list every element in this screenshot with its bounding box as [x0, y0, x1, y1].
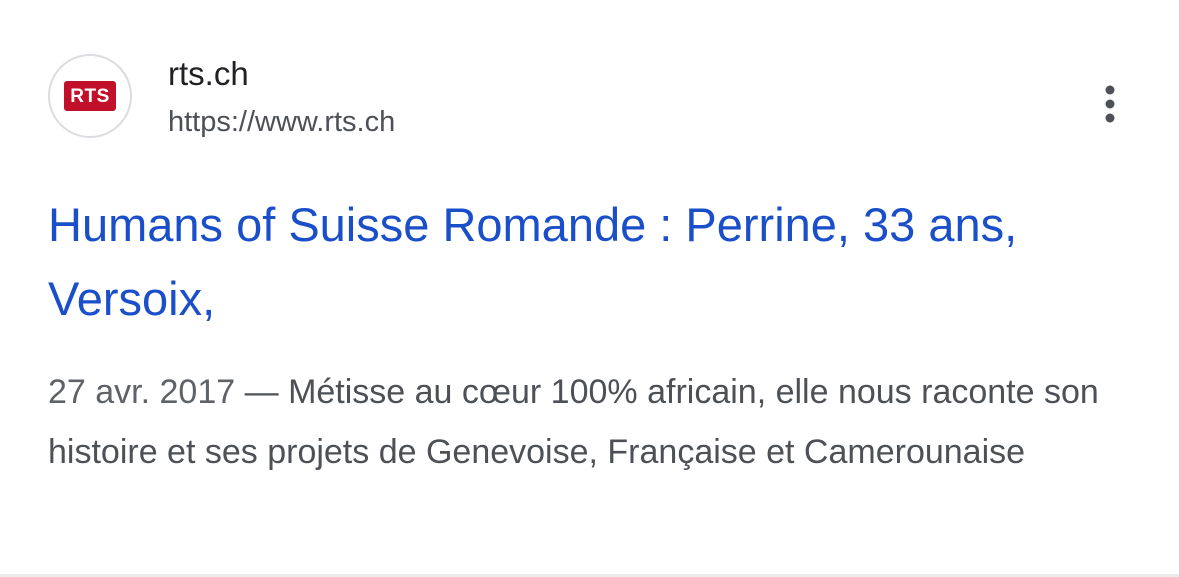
- rts-logo-icon: RTS: [64, 81, 116, 111]
- snippet-date: 27 avr. 2017: [48, 373, 236, 411]
- site-favicon[interactable]: RTS: [48, 54, 132, 138]
- snippet-separator: —: [235, 373, 289, 411]
- more-options-button[interactable]: [1088, 82, 1132, 126]
- site-name[interactable]: rts.ch: [168, 54, 249, 94]
- result-snippet: 27 avr. 2017 — Métisse au cœur 100% afri…: [48, 362, 1138, 482]
- site-url[interactable]: https://www.rts.ch: [168, 104, 395, 140]
- more-vertical-icon: [1105, 85, 1115, 123]
- search-result-card: RTS rts.ch https://www.rts.ch Humans of …: [0, 0, 1179, 577]
- result-title-link[interactable]: Humans of Suisse Romande : Perrine, 33 a…: [48, 188, 1148, 336]
